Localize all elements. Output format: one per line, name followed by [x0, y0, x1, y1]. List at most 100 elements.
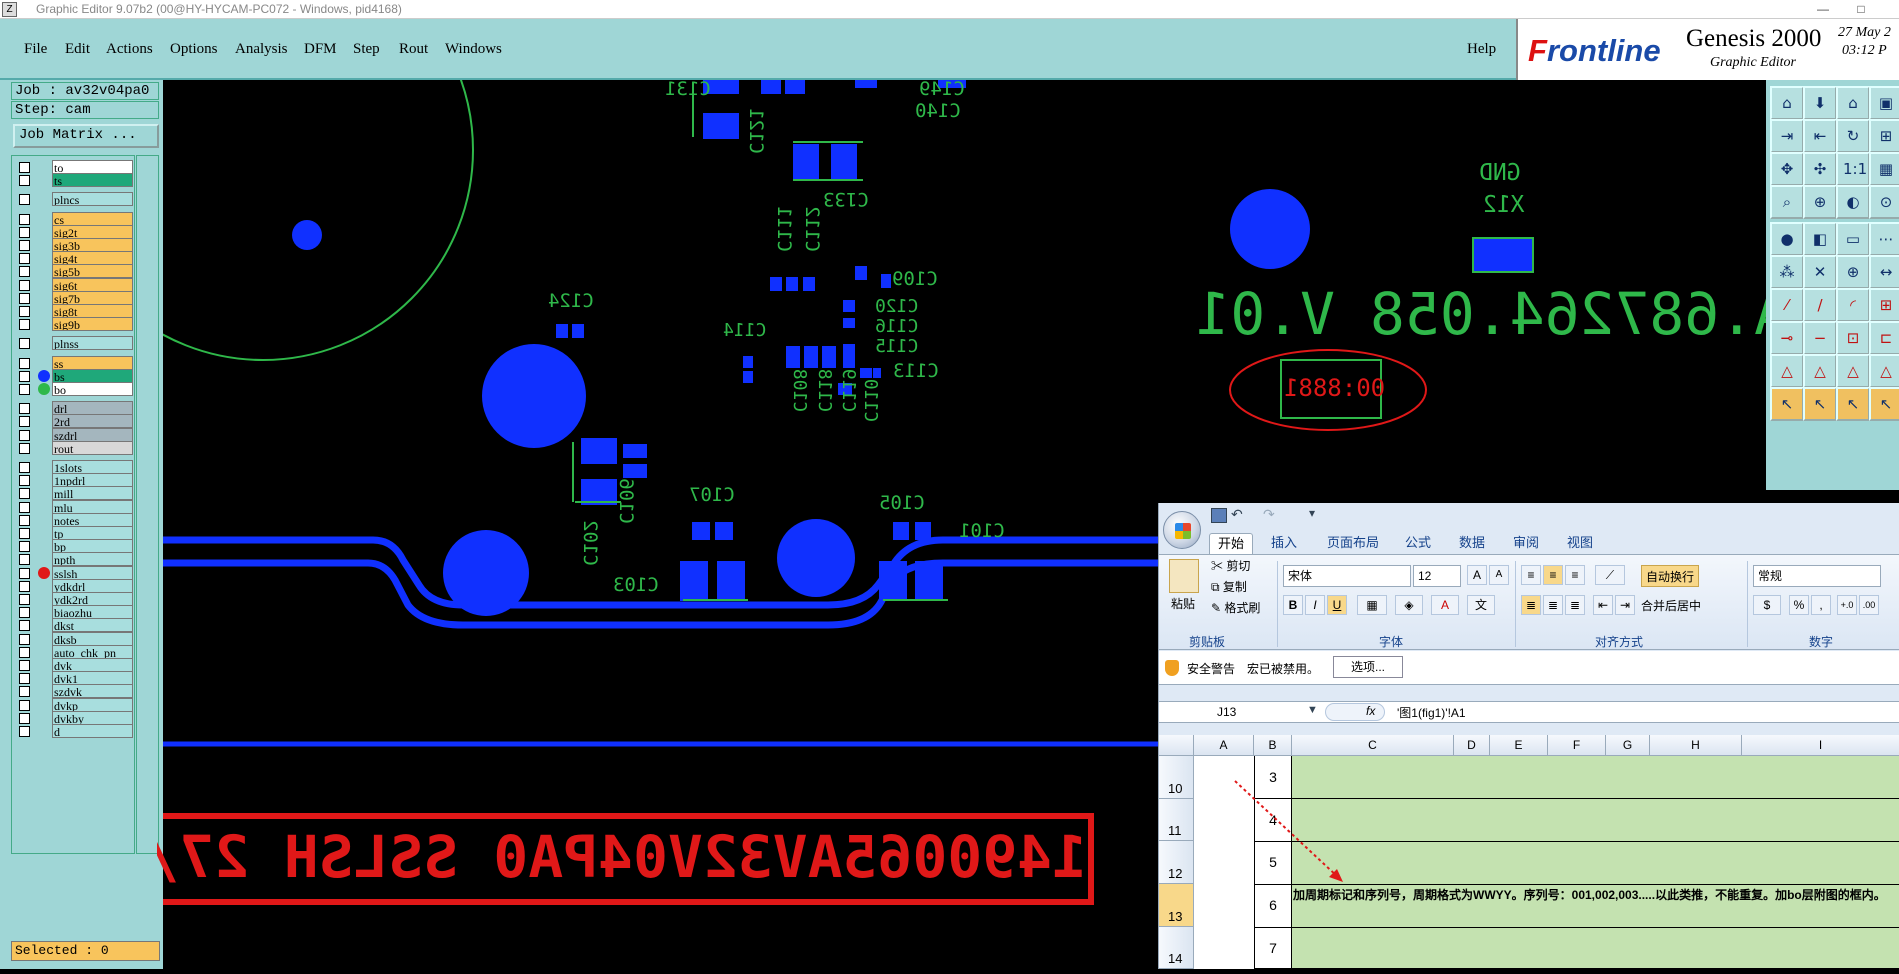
layer-name[interactable]: auto_chk_pn [52, 644, 133, 659]
layer-checkbox[interactable] [19, 699, 30, 711]
currency-icon[interactable]: $ [1753, 595, 1781, 615]
layer-name[interactable]: biaozhu [52, 605, 133, 620]
align-center-icon[interactable]: ≣ [1543, 595, 1563, 615]
comma-button[interactable]: , [1811, 595, 1831, 615]
paste-button[interactable]: 粘贴 [1171, 595, 1195, 612]
layer-name[interactable]: bp [52, 539, 133, 554]
layer-name[interactable]: ss [52, 355, 133, 370]
pad-icon[interactable]: ⊕ [1836, 255, 1870, 289]
layer-name[interactable]: szdvk [52, 684, 133, 699]
ratio-icon[interactable]: 1:1 [1836, 152, 1870, 186]
maximize-button[interactable]: □ [1846, 0, 1876, 18]
layer-row-sig6t[interactable]: sig6t [16, 277, 133, 292]
layer-name[interactable]: sig7b [52, 290, 133, 305]
layer-row-sig2t[interactable]: sig2t [16, 224, 133, 239]
italic-button[interactable]: I [1305, 595, 1325, 615]
layer-row-1slots[interactable]: 1slots [16, 460, 133, 474]
layer-name[interactable]: sslsh [52, 565, 133, 580]
tab-home[interactable]: 开始 [1209, 533, 1254, 554]
layer-name[interactable]: npth [52, 552, 133, 567]
layer-checkbox[interactable] [19, 416, 30, 428]
layer-checkbox[interactable] [19, 226, 30, 238]
line-icon[interactable]: ⁄ [1770, 288, 1804, 322]
phonetic-icon[interactable]: 文 [1467, 595, 1495, 615]
tab-data[interactable]: 数据 [1451, 533, 1493, 554]
redo-icon[interactable]: ↷ [1263, 506, 1275, 523]
copy-shape-icon[interactable]: ◧ [1803, 222, 1837, 256]
layer-name[interactable]: ydkdrl [52, 578, 133, 593]
bold-button[interactable]: B [1283, 595, 1303, 615]
layer-row-2rd[interactable]: 2rd [16, 414, 133, 429]
layer-checkbox[interactable] [19, 403, 30, 415]
warn-icon[interactable]: △ [1770, 354, 1804, 388]
layer-name[interactable]: tp [52, 526, 133, 540]
layer-checkbox[interactable] [19, 475, 30, 487]
layer-checkbox[interactable] [19, 554, 30, 566]
pointer4-icon[interactable]: ↖ [1869, 387, 1899, 421]
layer-name[interactable]: dvk [52, 658, 133, 672]
increase-decimal-icon[interactable]: +.0 [1837, 595, 1857, 615]
layer-checkbox[interactable] [19, 514, 30, 526]
layer-checkbox[interactable] [19, 338, 30, 350]
save-down-icon[interactable]: ⬇ [1803, 86, 1837, 120]
minimize-button[interactable]: — [1808, 0, 1838, 18]
layer-checkbox[interactable] [19, 357, 30, 369]
import-icon[interactable]: ⇥ [1770, 119, 1804, 153]
dots-icon[interactable]: ⋯ [1869, 222, 1899, 256]
layer-name[interactable]: plncs [52, 192, 133, 207]
layer-checkbox[interactable] [19, 712, 30, 724]
layer-name[interactable]: szdrl [52, 427, 133, 442]
layer-checkbox[interactable] [19, 686, 30, 698]
net-icon[interactable]: ⊸ [1770, 321, 1804, 355]
layer-name[interactable]: sig5b [52, 264, 133, 279]
home-icon[interactable]: ⌂ [1770, 86, 1804, 120]
layer-name[interactable]: notes [52, 512, 133, 527]
layer-name[interactable]: dvk1 [52, 671, 133, 686]
formula-input[interactable]: '图1(fig1)'!A1 [1397, 704, 1466, 721]
box-icon[interactable]: ⊡ [1836, 321, 1870, 355]
layer-checkbox[interactable] [19, 580, 30, 592]
align-bottom-icon[interactable]: ≡ [1565, 565, 1585, 585]
arc-icon[interactable]: ◜ [1836, 288, 1870, 322]
layer-row-sig7b[interactable]: sig7b [16, 290, 133, 305]
layer-row-dvk[interactable]: dvk [16, 658, 133, 672]
layer-name[interactable]: cs [52, 211, 133, 226]
pin-icon[interactable]: ⊞ [1869, 288, 1899, 322]
paste-icon[interactable] [1169, 559, 1199, 593]
layer-row-sig5b[interactable]: sig5b [16, 264, 133, 279]
layer-row-sig4t[interactable]: sig4t [16, 251, 133, 266]
layer-checkbox[interactable] [19, 594, 30, 605]
layer-checkbox[interactable] [19, 620, 30, 632]
layer-row-bo[interactable]: bo [16, 382, 133, 396]
tab-page-layout[interactable]: 页面布局 [1319, 533, 1387, 554]
wrap-text-button[interactable]: 自动换行 [1641, 565, 1700, 587]
delta-icon[interactable]: △ [1803, 354, 1837, 388]
layer-row-szdvk[interactable]: szdvk [16, 684, 133, 699]
layer-row-bp[interactable]: bp [16, 539, 133, 554]
slash-icon[interactable]: / [1803, 288, 1837, 322]
namebox-dropdown-icon[interactable]: ▼ [1307, 704, 1318, 716]
job-matrix-button[interactable]: Job Matrix ... [13, 124, 159, 148]
pointer3-icon[interactable]: ↖ [1836, 387, 1870, 421]
layer-row-ss[interactable]: ss [16, 355, 133, 370]
shrink-font-icon[interactable]: A [1489, 565, 1509, 585]
tri2-icon[interactable]: △ [1869, 354, 1899, 388]
cut-button[interactable]: ✂ 剪切 [1211, 557, 1250, 574]
layer-name[interactable]: rout [52, 440, 133, 455]
layer-row-dvk1[interactable]: dvk1 [16, 671, 133, 686]
layer-row-dvkp[interactable]: dvkp [16, 697, 133, 712]
tab-insert[interactable]: 插入 [1263, 533, 1305, 554]
align-middle-icon[interactable]: ≡ [1543, 565, 1563, 585]
layer-checkbox[interactable] [19, 442, 30, 454]
menu-analysis[interactable]: Analysis [235, 41, 288, 58]
menu-windows[interactable]: Windows [445, 41, 502, 58]
percent-button[interactable]: % [1789, 595, 1809, 615]
layer-row-plncs[interactable]: plncs [16, 192, 133, 207]
layer-checkbox[interactable] [19, 194, 30, 206]
layer-row-sig3b[interactable]: sig3b [16, 238, 133, 252]
ruler-icon[interactable]: ▭ [1836, 222, 1870, 256]
undo-icon[interactable]: ↶ [1231, 506, 1243, 523]
layer-row-tp[interactable]: tp [16, 526, 133, 540]
orientation-icon[interactable]: ⟋ [1595, 565, 1625, 585]
layer-name[interactable]: 1slots [52, 460, 133, 474]
